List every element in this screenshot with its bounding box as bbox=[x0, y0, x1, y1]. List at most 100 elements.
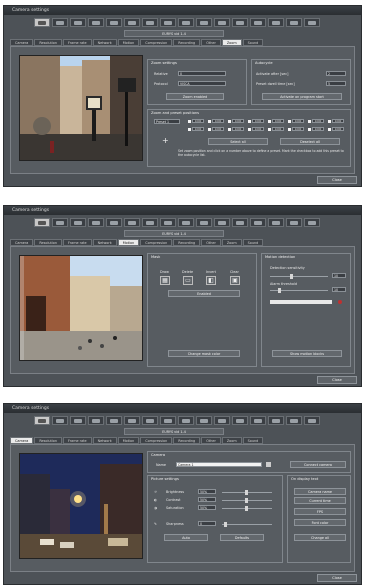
preset-checkbox[interactable] bbox=[208, 128, 211, 131]
camera-button-1[interactable] bbox=[34, 218, 50, 227]
brightness-slider[interactable] bbox=[222, 490, 272, 495]
tab-sound[interactable]: Sound bbox=[242, 39, 264, 46]
tab-network[interactable]: Network bbox=[92, 239, 117, 246]
camera-button-16[interactable] bbox=[304, 18, 320, 27]
camera-button-13[interactable] bbox=[250, 218, 266, 227]
camera-button-15[interactable] bbox=[286, 218, 302, 227]
camera-button-6[interactable] bbox=[124, 218, 140, 227]
preset-checkbox[interactable] bbox=[188, 128, 191, 131]
preset-checkbox[interactable] bbox=[268, 120, 271, 123]
tab-compression[interactable]: Compression bbox=[140, 437, 173, 444]
camera-button-3[interactable] bbox=[70, 18, 86, 27]
close-button[interactable]: Close bbox=[317, 176, 357, 184]
slider-knob[interactable] bbox=[290, 274, 293, 279]
deselect-all-button[interactable]: Deselect all bbox=[280, 138, 340, 145]
preset-field[interactable]: 1000 bbox=[332, 119, 344, 123]
preset-checkbox[interactable] bbox=[228, 128, 231, 131]
camera-button-1[interactable] bbox=[34, 18, 50, 27]
delete-tool-button[interactable]: ▭ bbox=[183, 276, 193, 285]
camera-button-14[interactable] bbox=[268, 218, 284, 227]
camera-button-14[interactable] bbox=[268, 416, 284, 425]
camera-button-16[interactable] bbox=[304, 218, 320, 227]
tab-frame-rate[interactable]: Frame rate bbox=[63, 437, 92, 444]
tab-compression[interactable]: Compression bbox=[140, 239, 173, 246]
preset-checkbox[interactable] bbox=[248, 128, 251, 131]
tab-motion[interactable]: Motion bbox=[117, 39, 140, 46]
font-color-button[interactable]: Font color bbox=[294, 519, 346, 526]
preset-checkbox[interactable] bbox=[328, 120, 331, 123]
preset-checkbox[interactable] bbox=[308, 120, 311, 123]
tab-zoom[interactable]: Zoom bbox=[221, 437, 242, 444]
camera-button-2[interactable] bbox=[52, 218, 68, 227]
preset-checkbox[interactable] bbox=[188, 120, 191, 123]
tab-zoom[interactable]: Zoom bbox=[221, 39, 242, 46]
camera-button-2[interactable] bbox=[52, 416, 68, 425]
change-all-button[interactable]: Change all bbox=[294, 534, 346, 541]
fps-toggle-button[interactable]: FPS bbox=[294, 508, 346, 515]
camera-group-select[interactable]: EURYS vid 1-4 bbox=[124, 428, 224, 435]
camera-button-3[interactable] bbox=[70, 218, 86, 227]
camera-button-8[interactable] bbox=[160, 218, 176, 227]
camera-button-8[interactable] bbox=[160, 18, 176, 27]
add-preset-icon[interactable]: + bbox=[162, 136, 169, 145]
contrast-slider[interactable] bbox=[222, 498, 272, 503]
camera-button-7[interactable] bbox=[142, 218, 158, 227]
threshold-value[interactable]: 10 bbox=[332, 287, 346, 292]
preset-select[interactable]: Preset 1 bbox=[154, 119, 180, 124]
preset-field[interactable]: 1000 bbox=[272, 127, 284, 131]
tab-network[interactable]: Network bbox=[92, 437, 117, 444]
tab-camera[interactable]: Camera bbox=[10, 239, 34, 246]
camera-button-11[interactable] bbox=[214, 416, 230, 425]
camera-group-select[interactable]: EURYS vid 1-4 bbox=[124, 230, 224, 237]
preset-field[interactable]: 1000 bbox=[192, 119, 204, 123]
preset-field[interactable]: 1000 bbox=[212, 127, 224, 131]
camera-button-12[interactable] bbox=[232, 18, 248, 27]
preset-field[interactable]: 1000 bbox=[212, 119, 224, 123]
tab-camera[interactable]: Camera bbox=[10, 39, 34, 46]
sensitivity-value[interactable]: 10 bbox=[332, 273, 346, 278]
preset-checkbox[interactable] bbox=[248, 120, 251, 123]
connect-camera-button[interactable]: Connect camera bbox=[290, 461, 346, 468]
camera-button-4[interactable] bbox=[88, 18, 104, 27]
threshold-slider[interactable] bbox=[270, 288, 328, 293]
select-all-button[interactable]: Select all bbox=[208, 138, 268, 145]
tab-sound[interactable]: Sound bbox=[242, 437, 264, 444]
tab-motion[interactable]: Motion bbox=[117, 239, 140, 246]
preset-checkbox[interactable] bbox=[288, 120, 291, 123]
slider-knob[interactable] bbox=[224, 522, 227, 527]
saturation-slider[interactable] bbox=[222, 506, 272, 511]
sharpness-value[interactable]: 0 bbox=[198, 521, 216, 526]
saturation-value[interactable]: 50% bbox=[198, 505, 216, 510]
edit-icon[interactable] bbox=[266, 462, 271, 467]
tab-frame-rate[interactable]: Frame rate bbox=[63, 39, 92, 46]
camera-name-toggle-button[interactable]: Camera name bbox=[294, 488, 346, 495]
preset-field[interactable]: 1000 bbox=[332, 127, 344, 131]
camera-button-9[interactable] bbox=[178, 218, 194, 227]
tab-resolution[interactable]: Resolution bbox=[34, 39, 63, 46]
camera-button-3[interactable] bbox=[70, 416, 86, 425]
sensitivity-slider[interactable] bbox=[270, 274, 328, 279]
camera-button-10[interactable] bbox=[196, 18, 212, 27]
sharpness-slider[interactable] bbox=[222, 522, 272, 527]
camera-button-8[interactable] bbox=[160, 416, 176, 425]
relative-field[interactable]: 0 bbox=[178, 71, 226, 76]
auto-button[interactable]: Auto bbox=[164, 534, 208, 541]
protocol-select[interactable]: VISCA bbox=[178, 81, 226, 86]
preset-field[interactable]: 1000 bbox=[312, 119, 324, 123]
camera-button-6[interactable] bbox=[124, 416, 140, 425]
preset-field[interactable]: 1000 bbox=[312, 127, 324, 131]
activate-on-start-button[interactable]: Activate on program start bbox=[262, 93, 342, 100]
preset-field[interactable]: 1000 bbox=[232, 119, 244, 123]
tab-other[interactable]: Other bbox=[201, 437, 221, 444]
camera-button-13[interactable] bbox=[250, 18, 266, 27]
tab-network[interactable]: Network bbox=[92, 39, 117, 46]
tab-recording[interactable]: Recording bbox=[173, 239, 201, 246]
camera-button-4[interactable] bbox=[88, 218, 104, 227]
camera-button-13[interactable] bbox=[250, 416, 266, 425]
camera-button-5[interactable] bbox=[106, 18, 122, 27]
camera-button-5[interactable] bbox=[106, 218, 122, 227]
tab-compression[interactable]: Compression bbox=[140, 39, 173, 46]
camera-group-select[interactable]: EURYS vid 1-4 bbox=[124, 30, 224, 37]
draw-tool-button[interactable]: ▦ bbox=[160, 276, 170, 285]
slider-knob[interactable] bbox=[278, 288, 281, 293]
